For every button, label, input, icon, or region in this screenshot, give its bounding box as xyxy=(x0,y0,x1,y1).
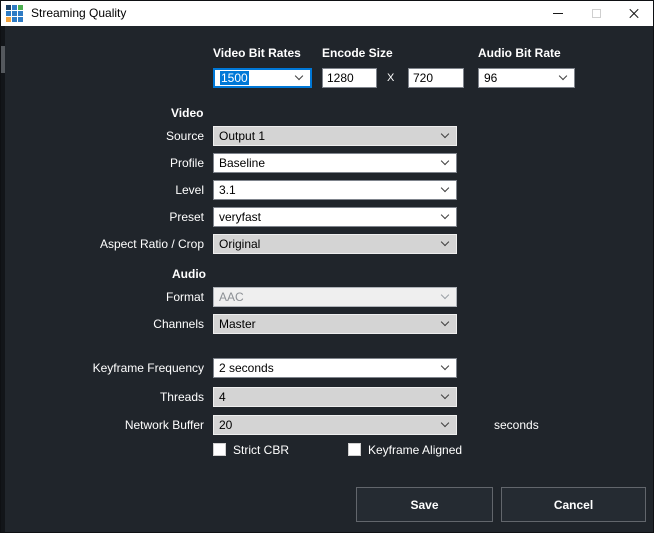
network-buffer-unit-label: seconds xyxy=(494,418,539,432)
level-dropdown[interactable]: 3.1 xyxy=(213,180,457,200)
format-label: Format xyxy=(165,290,204,304)
threads-value: 4 xyxy=(219,390,226,404)
chevron-down-icon xyxy=(440,237,450,247)
source-value: Output 1 xyxy=(219,129,266,143)
encode-size-separator: X xyxy=(387,72,395,84)
video-section-heading: Video xyxy=(171,106,204,120)
chevron-down-icon xyxy=(440,390,450,400)
keyframe-aligned-label: Keyframe Aligned xyxy=(368,443,463,457)
window-controls xyxy=(539,1,653,26)
keyframe-frequency-value: 2 seconds xyxy=(219,361,274,375)
preset-dropdown[interactable]: veryfast xyxy=(213,207,457,227)
chevron-down-icon xyxy=(440,156,450,166)
audio-bit-rate-label: Audio Bit Rate xyxy=(478,46,561,60)
audio-bit-rate-value: 96 xyxy=(484,71,498,85)
aspect-ratio-crop-label: Aspect Ratio / Crop xyxy=(99,237,204,251)
app-grid-icon xyxy=(6,5,23,22)
chevron-down-icon xyxy=(558,71,568,81)
chevron-down-icon xyxy=(440,418,450,428)
audio-bit-rate-dropdown[interactable]: 96 xyxy=(478,68,575,88)
maximize-icon xyxy=(591,9,601,18)
channels-dropdown[interactable]: Master xyxy=(213,314,457,334)
profile-label: Profile xyxy=(169,156,204,170)
window-title: Streaming Quality xyxy=(31,6,127,20)
chevron-down-icon xyxy=(294,71,304,81)
left-scrollbar[interactable] xyxy=(1,26,5,532)
channels-value: Master xyxy=(219,317,256,331)
profile-dropdown[interactable]: Baseline xyxy=(213,153,457,173)
aspect-ratio-crop-dropdown[interactable]: Original xyxy=(213,234,457,254)
encode-height-input[interactable] xyxy=(408,68,464,88)
chevron-down-icon xyxy=(440,183,450,193)
chevron-down-icon xyxy=(440,210,450,220)
save-button[interactable]: Save xyxy=(356,487,493,522)
close-icon xyxy=(628,8,640,20)
cancel-button[interactable]: Cancel xyxy=(501,487,646,522)
channels-label: Channels xyxy=(153,317,204,331)
network-buffer-dropdown[interactable]: 20 xyxy=(213,415,457,435)
chevron-down-icon xyxy=(440,317,450,327)
strict-cbr-label: Strict CBR xyxy=(233,443,290,457)
scrollbar-thumb[interactable] xyxy=(1,46,5,73)
encode-size-label: Encode Size xyxy=(322,46,393,60)
streaming-quality-window: Streaming Quality Video Bit Rates 1500 E… xyxy=(0,0,654,533)
titlebar: Streaming Quality xyxy=(1,1,653,26)
keyframe-aligned-checkbox[interactable] xyxy=(348,443,361,456)
source-label: Source xyxy=(165,129,204,143)
chevron-down-icon xyxy=(440,361,450,371)
audio-section-heading: Audio xyxy=(172,267,206,281)
close-button[interactable] xyxy=(615,1,653,26)
source-dropdown[interactable]: Output 1 xyxy=(213,126,457,146)
level-value: 3.1 xyxy=(219,183,236,197)
format-value: AAC xyxy=(219,290,244,304)
network-buffer-value: 20 xyxy=(219,418,233,432)
format-dropdown: AAC xyxy=(213,287,457,307)
chevron-down-icon xyxy=(440,129,450,139)
video-bit-rate-dropdown[interactable]: 1500 xyxy=(213,68,312,88)
threads-label: Threads xyxy=(159,390,204,404)
preset-label: Preset xyxy=(169,210,204,224)
minimize-icon xyxy=(553,13,563,14)
maximize-button[interactable] xyxy=(577,1,615,26)
strict-cbr-checkbox[interactable] xyxy=(213,443,226,456)
minimize-button[interactable] xyxy=(539,1,577,26)
level-label: Level xyxy=(175,183,204,197)
aspect-ratio-crop-value: Original xyxy=(219,237,261,251)
keyframe-frequency-dropdown[interactable]: 2 seconds xyxy=(213,358,457,378)
video-bit-rate-value: 1500 xyxy=(220,71,249,85)
chevron-down-icon xyxy=(440,290,450,300)
threads-dropdown[interactable]: 4 xyxy=(213,387,457,407)
video-bit-rates-label: Video Bit Rates xyxy=(213,46,301,60)
keyframe-frequency-label: Keyframe Frequency xyxy=(92,361,204,375)
preset-value: veryfast xyxy=(219,210,262,224)
encode-width-input[interactable] xyxy=(322,68,377,88)
network-buffer-label: Network Buffer xyxy=(124,418,204,432)
profile-value: Baseline xyxy=(219,156,266,170)
